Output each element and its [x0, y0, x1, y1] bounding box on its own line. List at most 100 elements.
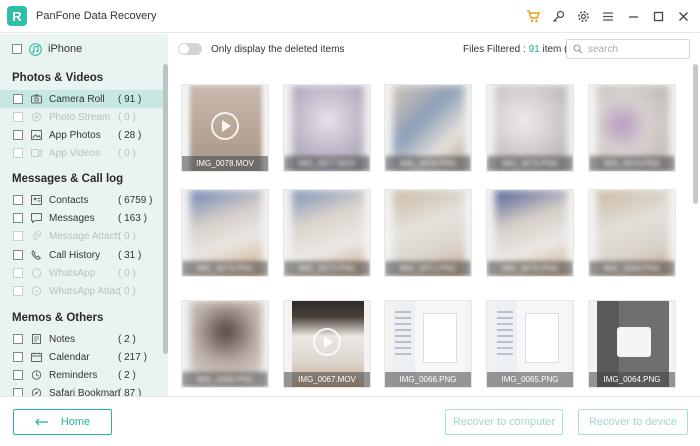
sidebar-item-safari-bookmark[interactable]: Safari Bookmark ( 87 ): [0, 384, 164, 396]
minimize-icon[interactable]: [626, 9, 640, 23]
thumbnail-caption: IMG_0064.PNG: [589, 372, 675, 387]
thumbnail-tile[interactable]: IMG_0078.MOV: [181, 84, 269, 172]
thumbnail-tile[interactable]: IMG_0069.PNG: [588, 189, 676, 277]
item-label: App Videos: [49, 147, 100, 159]
key-icon[interactable]: [551, 9, 565, 23]
thumbnail-tile[interactable]: IMG_0067.MOV: [283, 300, 371, 388]
gear-icon[interactable]: [576, 9, 590, 23]
item-count: ( 2 ): [118, 333, 136, 345]
home-button[interactable]: Home: [13, 409, 112, 435]
thumbnail-tile[interactable]: IMG_0076.PNG: [384, 84, 472, 172]
window-controls: [526, 9, 690, 23]
thumbnail-tile[interactable]: IMG_0064.PNG: [588, 300, 676, 388]
item-checkbox[interactable]: [13, 112, 23, 122]
whatsapp-attachment-icon: [31, 286, 42, 297]
search-icon: [573, 44, 583, 54]
title-bar: R PanFone Data Recovery: [0, 0, 700, 33]
thumbnail-caption: IMG_0075.PNG: [487, 156, 573, 171]
item-count: ( 31 ): [118, 249, 142, 261]
sidebar-item-app-photos[interactable]: App Photos ( 28 ): [0, 126, 164, 144]
item-checkbox[interactable]: [13, 213, 23, 223]
clock-icon: [31, 370, 42, 381]
maximize-icon[interactable]: [651, 9, 665, 23]
item-label: Call History: [49, 249, 101, 261]
message-icon: [31, 213, 42, 224]
item-checkbox[interactable]: [13, 352, 23, 362]
menu-icon[interactable]: [601, 9, 615, 23]
item-count: ( 163 ): [118, 212, 147, 224]
thumbnail-tile[interactable]: IMG_0072.PNG: [283, 189, 371, 277]
home-label: Home: [60, 416, 91, 428]
sidebar-item-messages[interactable]: Messages ( 163 ): [0, 209, 164, 227]
sidebar-item-calendar[interactable]: Calendar ( 217 ): [0, 348, 164, 366]
camera-icon: [31, 94, 42, 105]
sidebar-item-whatsapp-attachments[interactable]: WhatsApp Attach... ( 0 ): [0, 282, 164, 300]
thumbnail-tile[interactable]: IMG_0066.PNG: [384, 300, 472, 388]
sidebar-item-contacts[interactable]: Contacts ( 6759 ): [0, 191, 164, 209]
item-checkbox[interactable]: [13, 94, 23, 104]
deleted-only-toggle[interactable]: [178, 43, 202, 55]
search-box[interactable]: [566, 39, 690, 59]
item-label: Calendar: [49, 351, 90, 363]
item-checkbox[interactable]: [13, 388, 23, 396]
item-checkbox[interactable]: [13, 148, 23, 158]
thumbnail-caption: IMG_0071.PNG: [385, 261, 471, 276]
item-checkbox[interactable]: [13, 334, 23, 344]
item-label: App Photos: [49, 129, 101, 141]
thumbnail-tile[interactable]: IMG_0075.PNG: [486, 84, 574, 172]
item-label: Message Attach...: [49, 230, 119, 242]
group-title-messages-call-log: Messages & Call log: [12, 173, 124, 185]
item-count: ( 0 ): [118, 111, 136, 123]
cart-icon[interactable]: [526, 9, 540, 23]
thumbnail-caption: IMG_0067.MOV: [284, 372, 370, 387]
thumbnail-tile[interactable]: IMG_0065.PNG: [486, 300, 574, 388]
thumbnail-tile[interactable]: IMG_0070.PNG: [486, 189, 574, 277]
item-checkbox[interactable]: [13, 370, 23, 380]
thumbnail-caption: IMG_0077.MOV: [284, 156, 370, 171]
sidebar-item-message-attachments[interactable]: Message Attach... ( 0 ): [0, 227, 164, 245]
sidebar-item-camera-roll[interactable]: Camera Roll ( 91 ): [0, 90, 164, 108]
close-icon[interactable]: [676, 9, 690, 23]
search-input[interactable]: [588, 43, 684, 55]
thumbnail-tile[interactable]: IMG_0068.PNG: [181, 300, 269, 388]
compass-icon: [31, 388, 42, 396]
item-label: Messages: [49, 212, 95, 224]
item-checkbox[interactable]: [13, 250, 23, 260]
note-icon: [31, 334, 42, 345]
thumbnail-grid: IMG_0078.MOV IMG_0077.MOV IMG_0076.PNG I…: [168, 64, 700, 396]
item-count: ( 28 ): [118, 129, 142, 141]
thumbnail-tile[interactable]: IMG_0073.PNG: [181, 189, 269, 277]
sidebar-item-call-history[interactable]: Call History ( 31 ): [0, 246, 164, 264]
thumbnail-tile[interactable]: IMG_0074.PNG: [588, 84, 676, 172]
device-row[interactable]: iPhone: [0, 34, 168, 64]
recover-to-computer-button[interactable]: Recover to computer: [445, 409, 563, 435]
item-count: ( 91 ): [118, 93, 142, 105]
thumbnail-caption: IMG_0078.MOV: [182, 156, 268, 171]
sidebar-item-photo-stream[interactable]: Photo Stream ( 0 ): [0, 108, 164, 126]
item-label: Reminders: [49, 369, 98, 381]
thumbnail-tile[interactable]: IMG_0077.MOV: [283, 84, 371, 172]
thumbnail-caption: IMG_0068.PNG: [182, 372, 268, 387]
thumbnail-caption: IMG_0070.PNG: [487, 261, 573, 276]
item-checkbox[interactable]: [13, 268, 23, 278]
item-label: Safari Bookmark: [49, 387, 119, 397]
app-title: PanFone Data Recovery: [36, 10, 157, 22]
bottom-bar: Home Recover to computer Recover to devi…: [0, 396, 700, 446]
item-label: Camera Roll: [49, 93, 105, 105]
item-checkbox[interactable]: [13, 286, 23, 296]
play-icon: [313, 328, 341, 356]
sidebar-item-reminders[interactable]: Reminders ( 2 ): [0, 366, 164, 384]
thumbnail-caption: IMG_0069.PNG: [589, 261, 675, 276]
item-checkbox[interactable]: [13, 195, 23, 205]
grid-scrollbar[interactable]: [693, 64, 698, 204]
sidebar-item-whatsapp[interactable]: WhatsApp ( 0 ): [0, 264, 164, 282]
thumbnail-tile[interactable]: IMG_0071.PNG: [384, 189, 472, 277]
sidebar-item-app-videos[interactable]: App Videos ( 0 ): [0, 144, 164, 162]
device-checkbox[interactable]: [12, 44, 22, 54]
arrow-left-icon: [34, 418, 49, 426]
item-checkbox[interactable]: [13, 130, 23, 140]
sidebar-item-notes[interactable]: Notes ( 2 ): [0, 330, 164, 348]
item-checkbox[interactable]: [13, 231, 23, 241]
recover-to-device-button[interactable]: Recover to device: [578, 409, 688, 435]
files-filtered-status: Files Filtered : 91 item (s): [463, 44, 576, 55]
